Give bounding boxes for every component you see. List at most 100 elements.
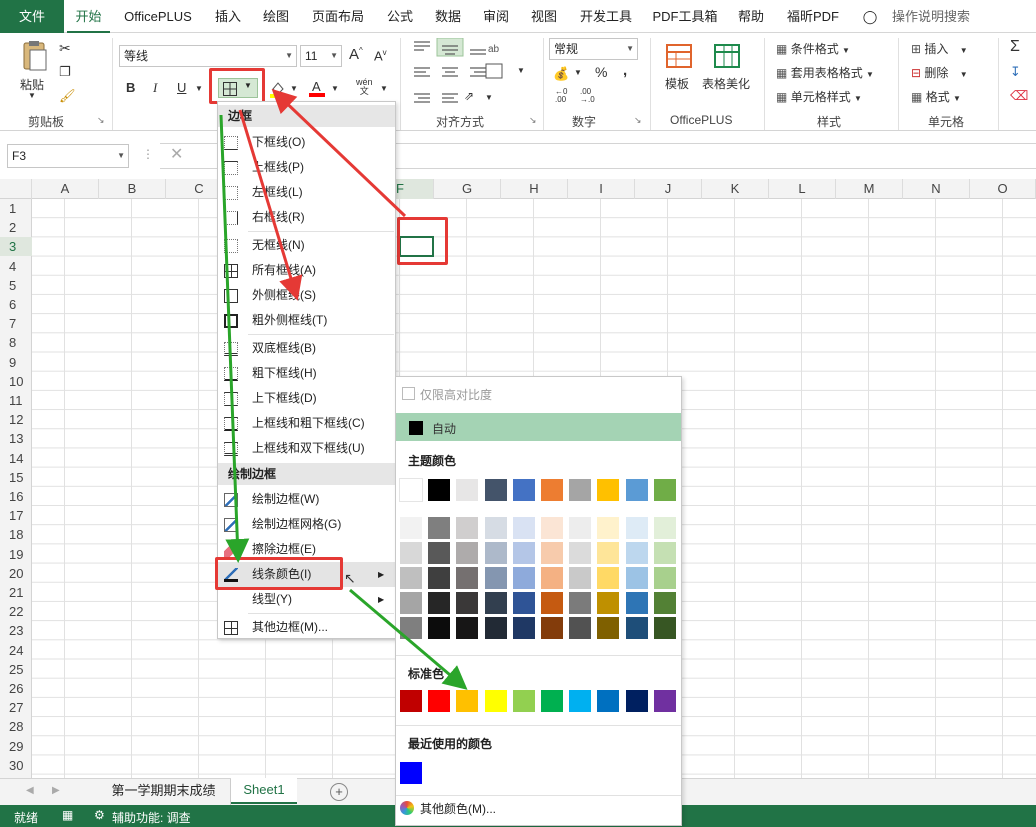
tab-draw[interactable]: 绘图: [256, 0, 296, 33]
standard-color-swatch[interactable]: [511, 689, 536, 713]
theme-shade-swatch[interactable]: [568, 616, 593, 640]
theme-shade-swatch[interactable]: [455, 541, 480, 565]
theme-shade-swatch[interactable]: [568, 591, 593, 615]
menu-item-bottom-border[interactable]: 下框线(O): [218, 130, 395, 155]
theme-shade-swatch[interactable]: [483, 591, 508, 615]
row-header[interactable]: 27: [0, 698, 32, 717]
theme-color-swatch[interactable]: [540, 478, 564, 502]
column-header[interactable]: O: [970, 179, 1036, 199]
theme-color-swatch[interactable]: [652, 478, 677, 502]
column-header[interactable]: H: [501, 179, 568, 199]
theme-shade-swatch[interactable]: [455, 591, 480, 615]
menu-item-more-borders[interactable]: 其他边框(M)...: [218, 615, 395, 640]
bold-button[interactable]: B: [126, 80, 135, 95]
theme-shade-swatch[interactable]: [540, 566, 564, 590]
row-header[interactable]: 10: [0, 372, 32, 391]
theme-shade-swatch[interactable]: [427, 566, 452, 590]
row-header[interactable]: 28: [0, 717, 32, 736]
row-header[interactable]: 15: [0, 468, 32, 487]
phonetic-dropdown-icon[interactable]: ▼: [380, 84, 388, 93]
theme-shade-swatch[interactable]: [455, 616, 480, 640]
menu-item-top-bottom-border[interactable]: 上下框线(D): [218, 386, 395, 411]
theme-shade-swatch[interactable]: [540, 591, 564, 615]
theme-color-swatch[interactable]: [511, 478, 536, 502]
theme-shade-swatch[interactable]: [511, 541, 536, 565]
theme-shade-swatch[interactable]: [652, 516, 677, 540]
decrease-decimal-icon[interactable]: .00 →.0: [580, 88, 595, 104]
select-all-corner[interactable]: [0, 179, 32, 199]
clipboard-launcher-icon[interactable]: ↘: [97, 115, 105, 126]
menu-item-top-double-bottom-border[interactable]: 上框线和双下框线(U): [218, 436, 395, 461]
format-cells-button[interactable]: ▦ 格式 ▼: [911, 88, 961, 105]
tab-formulas[interactable]: 公式: [380, 0, 420, 33]
theme-shade-swatch[interactable]: [511, 616, 536, 640]
theme-shade-swatch[interactable]: [540, 541, 564, 565]
menu-item-draw-border[interactable]: 绘制边框(W): [218, 487, 395, 512]
macro-record-icon[interactable]: ▦: [62, 808, 73, 822]
row-header[interactable]: 20: [0, 564, 32, 583]
conditional-format-button[interactable]: ▦ 条件格式 ▼: [776, 40, 850, 57]
theme-shade-swatch[interactable]: [399, 616, 423, 640]
fill-down-icon[interactable]: ↧: [1010, 64, 1021, 80]
theme-shade-swatch[interactable]: [624, 541, 649, 565]
theme-color-swatch[interactable]: [596, 478, 621, 502]
row-header[interactable]: 6: [0, 295, 32, 314]
standard-color-swatch[interactable]: [568, 689, 593, 713]
column-header[interactable]: B: [99, 179, 166, 199]
theme-shade-swatch[interactable]: [511, 516, 536, 540]
font-size-select[interactable]: 11 ▼: [300, 45, 342, 67]
theme-shade-swatch[interactable]: [652, 541, 677, 565]
tab-foxit-pdf[interactable]: 福昕PDF: [781, 0, 845, 33]
merge-dropdown-icon[interactable]: ▼: [517, 66, 525, 75]
row-header[interactable]: 25: [0, 660, 32, 679]
theme-shade-swatch[interactable]: [624, 566, 649, 590]
font-grow-button[interactable]: A^: [349, 46, 363, 63]
theme-shade-swatch[interactable]: [511, 591, 536, 615]
copy-icon[interactable]: ❐: [59, 64, 71, 80]
phonetic-icon[interactable]: wén 文: [356, 78, 373, 96]
fill-color-icon[interactable]: [270, 80, 286, 98]
theme-shade-swatch[interactable]: [455, 566, 480, 590]
tab-insert[interactable]: 插入: [208, 0, 248, 33]
row-header[interactable]: 3: [0, 237, 32, 257]
scroll-right-icon[interactable]: ▶: [52, 785, 60, 796]
standard-color-swatch[interactable]: [399, 689, 423, 713]
row-header[interactable]: 11: [0, 391, 32, 410]
row-header[interactable]: 17: [0, 506, 32, 525]
paste-dropdown-arrow[interactable]: ▼: [28, 91, 36, 100]
cell-styles-button[interactable]: ▦ 单元格样式 ▼: [776, 88, 862, 105]
row-header[interactable]: 19: [0, 545, 32, 564]
row-header[interactable]: 5: [0, 276, 32, 295]
tab-officeplus[interactable]: OfficePLUS: [118, 0, 198, 33]
row-header[interactable]: 13: [0, 429, 32, 448]
automatic-color-option[interactable]: 自动: [396, 413, 681, 441]
theme-shade-swatch[interactable]: [568, 541, 593, 565]
font-name-select[interactable]: 等线 ▼: [119, 45, 297, 67]
table-beautify-icon[interactable]: [713, 43, 741, 69]
more-colors-button[interactable]: 其他颜色(M)...: [420, 800, 496, 817]
sheet-tab-active[interactable]: Sheet1: [231, 778, 297, 804]
menu-item-outside-borders[interactable]: 外侧框线(S): [218, 283, 395, 308]
row-header[interactable]: 4: [0, 257, 32, 276]
theme-color-swatch[interactable]: [455, 478, 480, 502]
row-header[interactable]: 7: [0, 314, 32, 333]
accessibility-status[interactable]: 辅助功能: 调查: [112, 809, 191, 826]
currency-icon[interactable]: 💰: [553, 66, 569, 82]
column-header[interactable]: L: [769, 179, 836, 199]
font-color-icon[interactable]: A: [309, 78, 325, 98]
menu-item-line-style[interactable]: 线型(Y) ▶: [218, 587, 395, 612]
theme-shade-swatch[interactable]: [427, 591, 452, 615]
format-painter-icon[interactable]: 🖌: [59, 88, 76, 104]
column-header[interactable]: A: [32, 179, 99, 199]
row-header[interactable]: 18: [0, 525, 32, 544]
standard-color-swatch[interactable]: [455, 689, 480, 713]
standard-color-swatch[interactable]: [652, 689, 677, 713]
theme-shade-swatch[interactable]: [399, 541, 423, 565]
column-header[interactable]: G: [434, 179, 501, 199]
insert-cells-button[interactable]: ⊞ 插入 ▼: [911, 40, 968, 57]
orientation-icon[interactable]: ⇗: [464, 89, 474, 103]
row-header[interactable]: 24: [0, 641, 32, 660]
theme-shade-swatch[interactable]: [427, 516, 452, 540]
theme-shade-swatch[interactable]: [624, 591, 649, 615]
row-header[interactable]: 23: [0, 621, 32, 640]
